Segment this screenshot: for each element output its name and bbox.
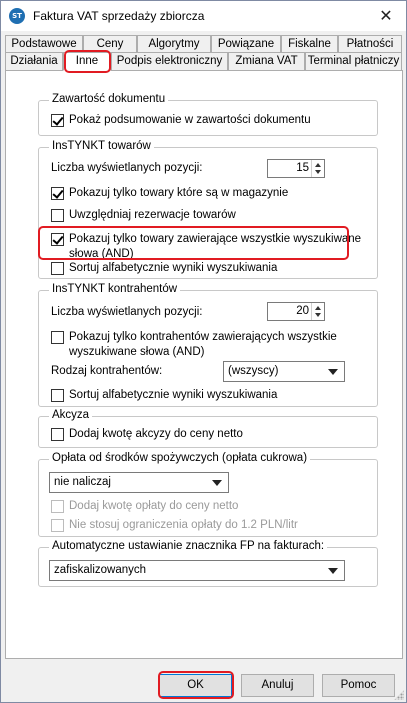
all-words-contractors-label: Pokazuj tylko kontrahentów zawierających…	[69, 331, 337, 358]
spin-up-icon[interactable]	[315, 163, 321, 167]
sort-contractors-label: Sortuj alfabetycznie wyniki wyszukiwania	[69, 389, 278, 401]
dialog-window: ST Faktura VAT sprzedaży zbiorcza ✕ Pods…	[0, 0, 407, 703]
group-akcyza: Akcyza Dodaj kwotę akcyzy do ceny netto	[38, 409, 378, 448]
spinner-arrows[interactable]	[311, 303, 324, 320]
tab-dzialania[interactable]: Działania	[5, 52, 63, 71]
tab-podpis-elektroniczny[interactable]: Podpis elektroniczny	[111, 52, 228, 71]
fp-mode-value: zafiskalizowanych	[54, 564, 147, 576]
all-words-contractors-option[interactable]: Pokazuj tylko kontrahentów zawierających…	[51, 330, 337, 360]
group-oplata-cukrowa: Opłata od środków spożywczych (opłata cu…	[38, 452, 378, 537]
resize-grip-icon[interactable]	[394, 690, 404, 700]
contractors-count-label: Liczba wyświetlanych pozycji:	[51, 306, 203, 318]
excise-checkbox[interactable]	[51, 428, 64, 441]
sort-contractors-option[interactable]: Sortuj alfabetycznie wyniki wyszukiwania	[51, 388, 277, 403]
window-title: Faktura VAT sprzedaży zbiorcza	[33, 9, 205, 23]
sort-goods-label: Sortuj alfabetycznie wyniki wyszukiwania	[69, 262, 278, 274]
group-title: InsTYNKT kontrahentów	[49, 283, 181, 295]
group-title: InsTYNKT towarów	[49, 140, 154, 152]
tab-zmiana-vat[interactable]: Zmiana VAT	[228, 52, 305, 71]
sugar-fee-add-option[interactable]: Dodaj kwotę opłaty do ceny netto	[51, 499, 238, 514]
contractor-type-label: Rodzaj kontrahentów:	[51, 365, 163, 377]
group-zawartosc-dokumentu: Zawartość dokumentu Pokaż podsumowanie w…	[38, 93, 378, 136]
group-title: Zawartość dokumentu	[49, 93, 169, 105]
items-count-label: Liczba wyświetlanych pozycji:	[51, 162, 203, 174]
spin-down-icon[interactable]	[315, 170, 321, 174]
chevron-down-icon	[328, 369, 338, 375]
sugar-fee-select[interactable]: nie naliczaj	[49, 472, 229, 493]
group-title: Opłata od środków spożywczych (opłata cu…	[49, 452, 311, 464]
spinner-arrows[interactable]	[311, 160, 324, 177]
tab-inne-highlight	[64, 50, 111, 73]
sugar-fee-limit-option[interactable]: Nie stosuj ograniczenia opłaty do 1.2 PL…	[51, 518, 298, 533]
sort-goods-checkbox[interactable]	[51, 262, 64, 275]
show-summary-option[interactable]: Pokaż podsumowanie w zawartości dokument…	[51, 113, 311, 128]
tab-terminal-platniczy[interactable]: Terminal płatniczy	[305, 52, 402, 71]
sugar-fee-add-checkbox[interactable]	[51, 500, 64, 513]
contractor-type-select[interactable]: (wszyscy)	[223, 361, 345, 382]
ok-button-highlight	[158, 671, 234, 699]
contractors-count-spinner[interactable]: 20	[267, 302, 325, 321]
sort-contractors-checkbox[interactable]	[51, 389, 64, 402]
contractor-type-value: (wszyscy)	[228, 365, 279, 377]
close-icon[interactable]: ✕	[366, 1, 406, 31]
sort-goods-option[interactable]: Sortuj alfabetycznie wyniki wyszukiwania	[51, 261, 277, 276]
sugar-fee-add-label: Dodaj kwotę opłaty do ceny netto	[69, 500, 239, 512]
sugar-fee-value: nie naliczaj	[54, 476, 111, 488]
cancel-button[interactable]: Anuluj	[241, 674, 314, 697]
help-button[interactable]: Pomoc	[322, 674, 395, 697]
group-title: Automatyczne ustawianie znacznika FP na …	[49, 540, 328, 552]
reservations-checkbox[interactable]	[51, 209, 64, 222]
reservations-label: Uwzględniaj rezerwacje towarów	[69, 209, 236, 221]
reservations-option[interactable]: Uwzględniaj rezerwacje towarów	[51, 208, 236, 223]
app-logo-icon: ST	[9, 8, 25, 24]
excise-label: Dodaj kwotę akcyzy do ceny netto	[69, 428, 243, 440]
chevron-down-icon	[212, 480, 222, 486]
only-in-stock-checkbox[interactable]	[51, 187, 64, 200]
group-znacznik-fp: Automatyczne ustawianie znacznika FP na …	[38, 540, 378, 587]
chevron-down-icon	[328, 568, 338, 574]
items-count-spinner[interactable]: 15	[267, 159, 325, 178]
items-count-value: 15	[296, 162, 309, 174]
only-in-stock-label: Pokazuj tylko towary które są w magazyni…	[69, 187, 289, 199]
spin-up-icon[interactable]	[315, 306, 321, 310]
group-title: Akcyza	[49, 409, 93, 421]
excise-option[interactable]: Dodaj kwotę akcyzy do ceny netto	[51, 427, 243, 442]
all-words-contractors-checkbox[interactable]	[51, 331, 64, 344]
fp-mode-select[interactable]: zafiskalizowanych	[49, 560, 345, 581]
show-summary-checkbox[interactable]	[51, 114, 64, 127]
only-in-stock-option[interactable]: Pokazuj tylko towary które są w magazyni…	[51, 186, 288, 201]
group-instynkt-kontrahentow: InsTYNKT kontrahentów Liczba wyświetlany…	[38, 283, 378, 407]
all-words-goods-highlight	[38, 226, 349, 260]
title-bar: ST Faktura VAT sprzedaży zbiorcza ✕	[1, 1, 406, 31]
sugar-fee-limit-checkbox[interactable]	[51, 519, 64, 532]
spin-down-icon[interactable]	[315, 313, 321, 317]
tab-panel-inne: Zawartość dokumentu Pokaż podsumowanie w…	[5, 70, 403, 659]
contractors-count-value: 20	[296, 305, 309, 317]
sugar-fee-limit-label: Nie stosuj ograniczenia opłaty do 1.2 PL…	[69, 519, 298, 531]
show-summary-label: Pokaż podsumowanie w zawartości dokument…	[69, 114, 311, 126]
